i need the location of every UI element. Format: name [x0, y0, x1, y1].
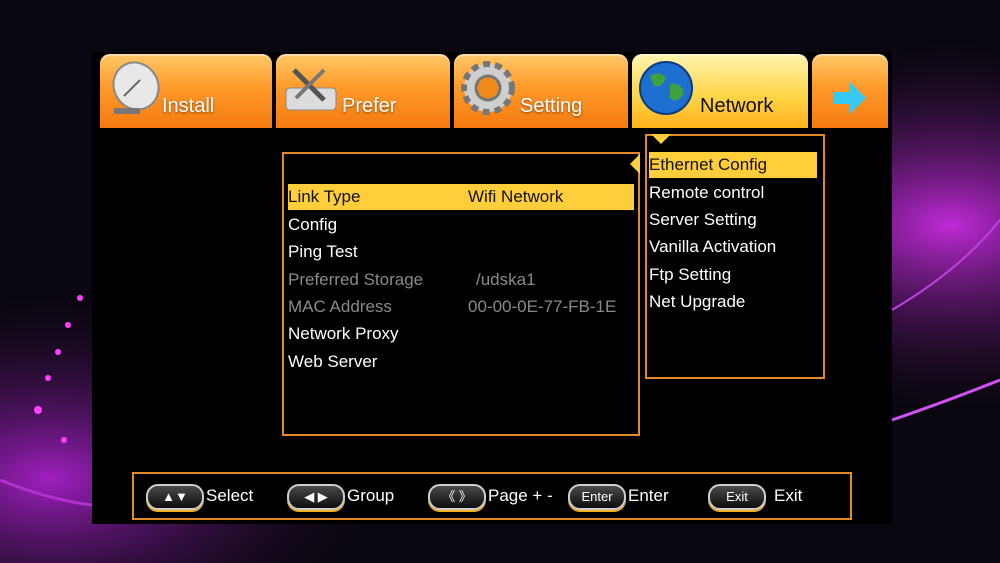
list-item-link-type[interactable]: Link Type Wifi Network: [288, 184, 634, 210]
list-item-preferred-storage: Preferred Storage /udska1: [288, 267, 634, 293]
submenu-notch-icon: [651, 134, 671, 144]
submenu-item-label: Remote control: [649, 183, 765, 202]
item-value: 00-00-0E-77-FB-1E: [468, 297, 617, 316]
list-item-mac-address: MAC Address 00-00-0E-77-FB-1E: [288, 294, 634, 320]
item-value: /udska1: [476, 270, 536, 289]
item-value: Wifi Network: [468, 187, 564, 206]
page-key-icon: 《 》: [428, 484, 486, 510]
item-label: Link Type: [288, 187, 361, 206]
list-item-network-proxy[interactable]: Network Proxy: [288, 321, 634, 347]
item-label: Network Proxy: [288, 324, 399, 343]
submenu-item-label: Ethernet Config: [649, 155, 768, 174]
group-key-icon: ◀ ▶: [287, 484, 345, 510]
submenu-item-vanilla-activation[interactable]: Vanilla Activation: [649, 234, 817, 260]
exit-label: Exit: [774, 486, 803, 505]
submenu-item-ftp-setting[interactable]: Ftp Setting: [649, 262, 817, 288]
tab-label: Setting: [520, 95, 583, 117]
enter-key-icon: Enter: [568, 484, 626, 510]
tab-prefer[interactable]: Prefer: [276, 54, 450, 128]
tab-setting[interactable]: Setting: [454, 54, 628, 128]
select-key-icon: ▲▼: [146, 484, 204, 510]
network-submenu: Ethernet Config Remote control Server Se…: [645, 134, 825, 379]
submenu-item-server-setting[interactable]: Server Setting: [649, 207, 817, 233]
tools-icon: [285, 68, 337, 111]
tab-next[interactable]: [812, 54, 888, 128]
pointer-arrow-icon: [630, 154, 640, 174]
submenu-item-ethernet-config[interactable]: Ethernet Config: [649, 152, 817, 178]
list-item-web-server[interactable]: Web Server: [288, 349, 634, 375]
item-label: Web Server: [288, 352, 378, 371]
tab-label: Network: [700, 95, 774, 117]
arrow-right-icon: [834, 82, 866, 114]
submenu-item-label: Server Setting: [649, 210, 757, 229]
gear-icon: [461, 61, 515, 115]
list-item-config[interactable]: Config: [288, 212, 634, 238]
submenu-item-label: Vanilla Activation: [649, 237, 777, 256]
tab-install[interactable]: Install: [100, 54, 272, 128]
globe-icon: [639, 61, 693, 115]
network-menu-screen: Install Prefer Setting Network Link Type: [92, 52, 892, 524]
submenu-item-label: Net Upgrade: [649, 292, 746, 311]
item-label: Ping Test: [288, 242, 358, 261]
item-label: Preferred Storage: [288, 270, 424, 289]
submenu-item-remote-control[interactable]: Remote control: [649, 180, 817, 206]
group-label: Group: [347, 486, 395, 505]
tab-network[interactable]: Network: [632, 54, 808, 128]
tab-label: Prefer: [342, 95, 397, 117]
item-label: Config: [288, 215, 338, 234]
exit-key-icon: Exit: [708, 484, 766, 510]
network-settings-list: Link Type Wifi Network Config Ping Test …: [282, 152, 640, 436]
select-label: Select: [206, 486, 254, 505]
page-label: Page + -: [488, 486, 553, 505]
key-help-bar: ▲▼ Select ◀ ▶ Group 《 》 Page + - Enter E…: [132, 472, 852, 520]
satellite-dish-icon: [112, 61, 160, 114]
item-label: MAC Address: [288, 297, 392, 316]
list-item-ping-test[interactable]: Ping Test: [288, 239, 634, 265]
enter-label: Enter: [628, 486, 669, 505]
submenu-item-net-upgrade[interactable]: Net Upgrade: [649, 289, 817, 315]
submenu-item-label: Ftp Setting: [649, 265, 732, 284]
tab-label: Install: [162, 95, 215, 117]
